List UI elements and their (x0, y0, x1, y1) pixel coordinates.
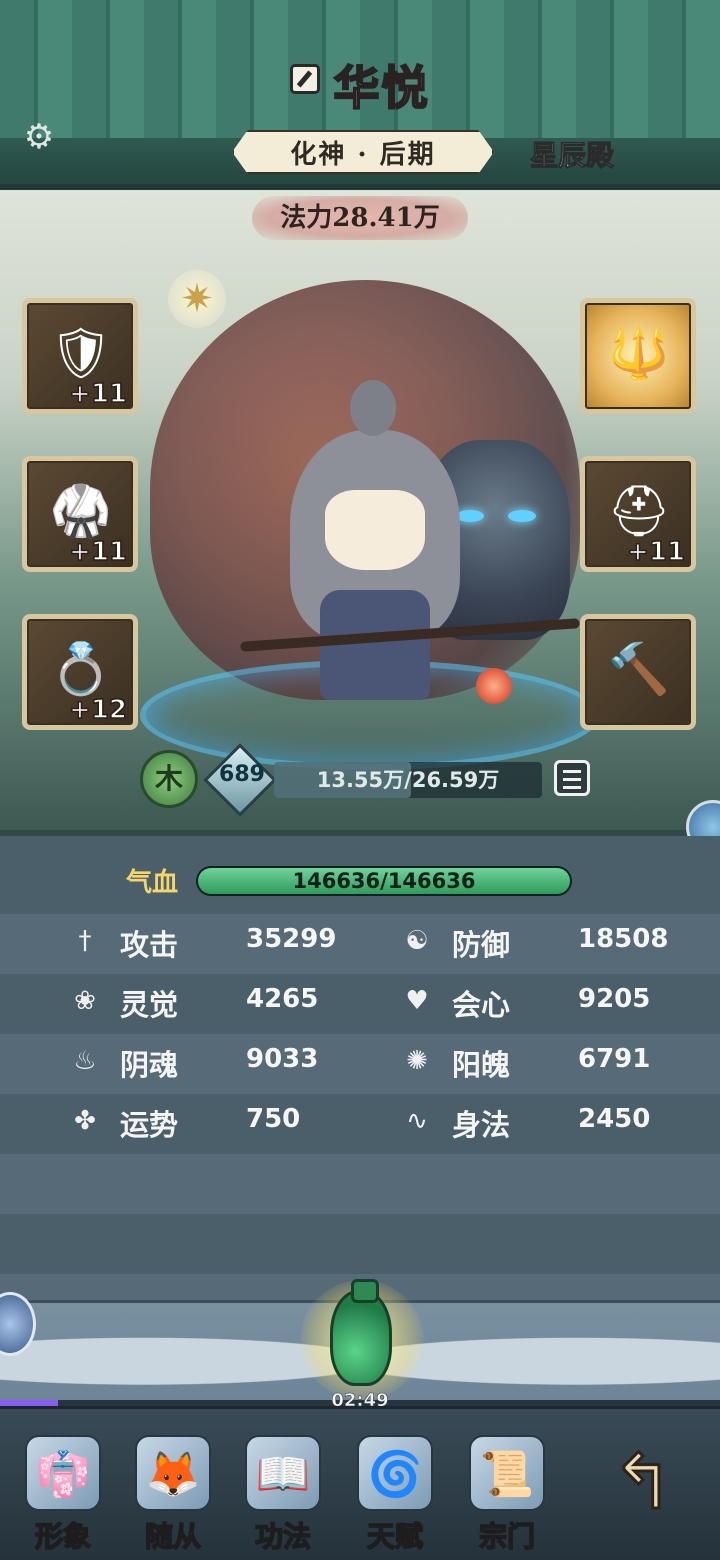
hp-bar: 146636/146636 (196, 866, 572, 896)
mace-icon: 🔨 (607, 639, 671, 698)
list-icon[interactable] (554, 760, 590, 796)
stat-attack: † 攻击 35299 (68, 914, 388, 968)
equip-slot-helmet[interactable]: ⛑ +11 (580, 456, 696, 572)
stat-value: 2450 (578, 1104, 651, 1134)
wind-icon: ∿ (406, 1106, 428, 1136)
lotus-icon: ❀ (74, 986, 96, 1016)
nav-appearance[interactable]: 👘 形象 (8, 1429, 118, 1559)
stat-value: 18508 (578, 924, 669, 954)
gourd-icon[interactable] (330, 1279, 392, 1386)
stat-label: 身法 (452, 1108, 511, 1142)
nav-followers[interactable]: 🦊 随从 (118, 1429, 228, 1559)
nav-label: 宗门 (478, 1519, 536, 1554)
stat-value: 750 (246, 1104, 301, 1134)
player-name: 华悦 (333, 60, 430, 116)
stat-perception: ❀ 灵觉 4265 (68, 974, 388, 1028)
equip-level: +11 (626, 536, 685, 568)
stat-value: 9205 (578, 984, 651, 1014)
equip-level: +12 (68, 694, 127, 726)
character-scene: 法力28.41万 ✷ 🛡 +11 🥋 +11 💍 +12 🔱 ⛑ +11 🔨 木… (0, 190, 720, 830)
nav-talent[interactable]: 🌀 天赋 (340, 1429, 450, 1559)
hp-text: 146636/146636 (292, 869, 476, 893)
stat-fortune: ✤ 运势 750 (68, 1094, 388, 1148)
clover-icon: ✤ (74, 1106, 96, 1136)
level-exp-bar: 木 689 13.55万/26.59万 (140, 743, 590, 817)
exp-text: 13.55万/26.59万 (316, 768, 500, 792)
realm-label: 化神 · 后期 (290, 139, 436, 170)
staff-orb (476, 668, 512, 704)
equip-slot-chest[interactable]: 🥋 +11 (22, 456, 138, 572)
sect-name[interactable]: 星辰殿 (529, 134, 614, 174)
element-badge[interactable]: 木 (140, 750, 198, 808)
star-badge-icon[interactable]: ✷ (168, 270, 226, 328)
hp-row: 气血 146636/146636 (0, 848, 720, 912)
stat-value: 35299 (246, 924, 337, 954)
swirl-flame-icon: ✺ (406, 1046, 428, 1076)
stat-value: 9033 (246, 1044, 319, 1074)
stat-yang-spirit: ✺ 阳魄 6791 (400, 1034, 720, 1088)
stat-value: 4265 (246, 984, 319, 1014)
equip-slot-weapon[interactable]: 🔱 (580, 298, 696, 414)
edit-icon[interactable] (290, 64, 321, 94)
beast-eye-icon (508, 510, 536, 522)
hero-character (280, 370, 470, 730)
flame-icon: ♨ (73, 1046, 97, 1076)
nav-sect[interactable]: 📜 宗门 (452, 1429, 562, 1559)
gear-icon[interactable]: ⚙ (20, 118, 58, 156)
player-name-row: 华悦 (0, 52, 720, 118)
stat-label: 灵觉 (120, 988, 179, 1022)
book-icon: 📖 (245, 1435, 321, 1511)
stat-label: 攻击 (120, 928, 179, 962)
nav-label: 随从 (144, 1519, 202, 1554)
power-label: 法力28.41万 (252, 196, 468, 240)
nav-label: 形象 (34, 1519, 92, 1554)
stat-label: 防御 (452, 928, 511, 962)
stat-yin-soul: ♨ 阴魂 9033 (68, 1034, 388, 1088)
nav-label: 天赋 (366, 1519, 424, 1554)
stat-label: 会心 (452, 988, 511, 1022)
bottom-nav: 👘 形象 🦊 随从 📖 功法 🌀 天赋 📜 宗门 ↰ (0, 1406, 720, 1560)
fox-icon: 🦊 (135, 1435, 211, 1511)
sword-icon: † (78, 926, 92, 956)
robe-icon: 👘 (25, 1435, 101, 1511)
equip-level: +11 (68, 536, 127, 568)
equip-slot-ring[interactable]: 💍 +12 (22, 614, 138, 730)
yin-yang-icon: ☯ (405, 926, 429, 956)
stat-value: 6791 (578, 1044, 651, 1074)
nav-techniques[interactable]: 📖 功法 (228, 1429, 338, 1559)
spear-weapon-icon: 🔱 (607, 323, 671, 382)
back-arrow-icon[interactable]: ↰ (600, 1437, 686, 1526)
equip-level: +11 (68, 378, 127, 410)
realm-plate: 化神 · 后期 (232, 130, 494, 174)
equip-slot-mace[interactable]: 🔨 (580, 614, 696, 730)
heart-icon: ♥ (405, 986, 429, 1016)
nav-label: 功法 (254, 1519, 312, 1554)
stat-critical: ♥ 会心 9205 (400, 974, 720, 1028)
stat-label: 运势 (120, 1108, 179, 1142)
stat-label: 阳魄 (452, 1048, 511, 1082)
exp-bar: 13.55万/26.59万 (274, 762, 542, 798)
level-value: 689 (219, 762, 265, 787)
sect-scroll-icon: 📜 (469, 1435, 545, 1511)
equip-slot-armor[interactable]: 🛡 +11 (22, 298, 138, 414)
stat-label: 阴魂 (120, 1048, 179, 1082)
vortex-icon: 🌀 (357, 1435, 433, 1511)
hp-label: 气血 (126, 868, 179, 898)
stat-defense: ☯ 防御 18508 (400, 914, 720, 968)
stat-agility: ∿ 身法 2450 (400, 1094, 720, 1148)
